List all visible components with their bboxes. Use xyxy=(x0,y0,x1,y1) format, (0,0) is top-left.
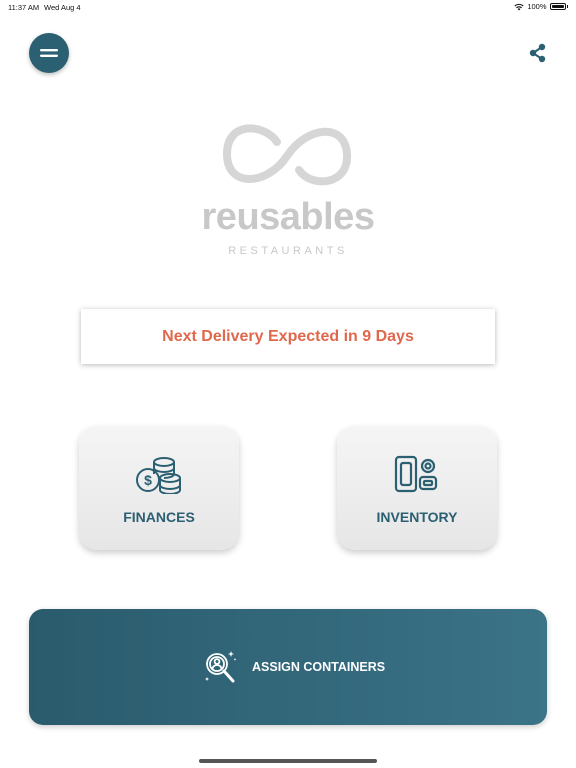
battery-percent: 100% xyxy=(527,2,547,11)
status-date: Wed Aug 4 xyxy=(44,3,81,12)
status-indicators: 100% xyxy=(514,2,568,11)
menu-button[interactable] xyxy=(29,33,69,73)
finances-tile[interactable]: $ FINANCES xyxy=(79,426,239,550)
assign-containers-label: ASSIGN CONTAINERS xyxy=(252,660,386,674)
svg-text:$: $ xyxy=(144,472,152,488)
inventory-tile[interactable]: INVENTORY xyxy=(337,426,497,550)
brand-logo: reusables RESTAURANTS xyxy=(195,118,381,263)
share-button[interactable] xyxy=(528,43,548,63)
battery-tip xyxy=(566,5,568,8)
brand-name: reusables xyxy=(201,196,375,238)
wifi-icon xyxy=(514,3,524,10)
infinity-logo-icon xyxy=(222,124,351,186)
status-time: 11:37 AM xyxy=(8,3,40,12)
home-indicator[interactable] xyxy=(199,759,377,763)
app-screen: 11:37 AM Wed Aug 4 100% reusables RESTAU… xyxy=(0,0,576,768)
search-user-icon xyxy=(205,651,237,683)
hamburger-menu-icon xyxy=(40,49,58,57)
assign-containers-button[interactable]: ASSIGN CONTAINERS xyxy=(29,609,547,725)
inventory-label: INVENTORY xyxy=(376,509,458,525)
battery-icon xyxy=(549,3,566,10)
delivery-message: Next Delivery Expected in 9 Days xyxy=(162,327,414,345)
share-icon xyxy=(529,43,546,63)
finances-label: FINANCES xyxy=(123,509,195,525)
brand-subtitle: RESTAURANTS xyxy=(228,245,348,257)
delivery-banner: Next Delivery Expected in 9 Days xyxy=(81,309,495,364)
coins-icon: $ xyxy=(136,457,181,494)
status-bar: 11:37 AM Wed Aug 4 100% xyxy=(0,0,576,14)
containers-icon xyxy=(394,455,438,493)
